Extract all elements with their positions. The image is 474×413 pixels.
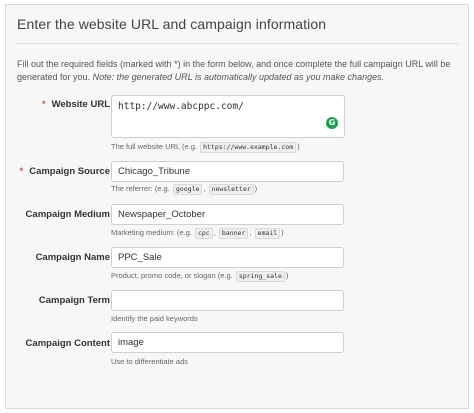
campaign-medium-label: Campaign Medium bbox=[26, 209, 110, 220]
panel-title: Enter the website URL and campaign infor… bbox=[17, 16, 327, 32]
required-mark: * bbox=[19, 166, 24, 177]
campaign-content-label-text: Campaign Content bbox=[25, 338, 110, 349]
campaign-name-label-text: Campaign Name bbox=[35, 252, 110, 263]
help-text-end: ) bbox=[285, 271, 289, 280]
example-code: google bbox=[172, 184, 203, 195]
campaign-term-label-text: Campaign Term bbox=[38, 295, 110, 306]
help-text-end: ) bbox=[281, 228, 284, 237]
example-code: https://www.example.com bbox=[200, 142, 297, 153]
campaign-content-help: Use to differentiate ads bbox=[111, 357, 188, 366]
title-divider bbox=[16, 43, 458, 44]
help-text-end: ) bbox=[297, 142, 300, 151]
example-code: banner bbox=[218, 228, 249, 239]
help-text: Identify the paid keywords bbox=[111, 314, 198, 323]
campaign-term-help: Identify the paid keywords bbox=[111, 314, 198, 323]
help-text: Use to differentiate ads bbox=[111, 357, 188, 366]
example-code: email bbox=[254, 228, 281, 239]
campaign-content-field[interactable] bbox=[111, 332, 344, 353]
help-text-end: ) bbox=[254, 184, 258, 193]
intro-note: Note: the generated URL is automatically… bbox=[92, 72, 385, 82]
campaign-medium-help: Marketing medium: (e.g. cpc, banner, ema… bbox=[111, 228, 284, 239]
campaign-term-field[interactable] bbox=[111, 290, 344, 311]
required-mark: * bbox=[41, 99, 46, 110]
help-text: The full website URL (e.g. bbox=[111, 142, 198, 151]
website-url-label: * Website URL bbox=[42, 99, 110, 110]
website-url-label-text: Website URL bbox=[51, 99, 110, 110]
campaign-name-field[interactable] bbox=[111, 247, 344, 268]
campaign-medium-field[interactable] bbox=[111, 204, 344, 225]
campaign-content-label: Campaign Content bbox=[26, 338, 110, 349]
example-code: spring_sale bbox=[235, 271, 285, 282]
example-code: cpc bbox=[194, 228, 213, 239]
campaign-name-help: Product, promo code, or slogan (e.g. spr… bbox=[111, 271, 288, 282]
campaign-medium-label-text: Campaign Medium bbox=[25, 209, 110, 220]
campaign-term-label: Campaign Term bbox=[39, 295, 110, 306]
help-text: The referrer: (e.g. bbox=[111, 184, 170, 193]
website-url-help: The full website URL (e.g. https://www.e… bbox=[111, 142, 300, 153]
campaign-name-label: Campaign Name bbox=[36, 252, 110, 263]
campaign-source-help: The referrer: (e.g. google, newsletter) bbox=[111, 184, 258, 195]
example-code: newsletter bbox=[208, 184, 254, 195]
campaign-source-label-text: Campaign Source bbox=[29, 166, 110, 177]
help-text: Product, promo code, or slogan (e.g. bbox=[111, 271, 233, 280]
intro-text: Fill out the required fields (marked wit… bbox=[17, 58, 457, 84]
campaign-source-field[interactable] bbox=[111, 161, 344, 182]
campaign-source-label: * Campaign Source bbox=[20, 166, 110, 177]
grammarly-icon[interactable]: G bbox=[326, 117, 338, 129]
website-url-field[interactable]: http://www.abcppc.com/ bbox=[111, 95, 345, 138]
help-text: Marketing medium: (e.g. bbox=[111, 228, 192, 237]
